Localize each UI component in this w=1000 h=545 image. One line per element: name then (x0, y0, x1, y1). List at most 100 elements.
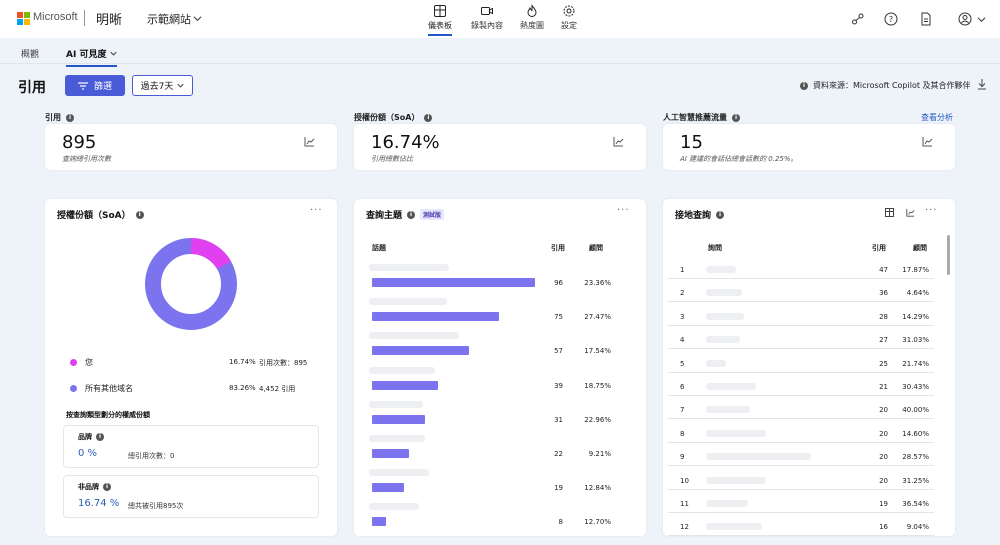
share-icon[interactable] (850, 11, 866, 27)
brand-title: 非品牌 i (78, 482, 111, 492)
table-view-icon[interactable] (885, 208, 894, 217)
legend-others: 所有其他域名 (70, 383, 133, 394)
header-divider (84, 10, 85, 26)
chevron-down-icon (109, 51, 117, 56)
query-rank: 5 (680, 359, 685, 368)
chevron-down-icon (177, 83, 185, 88)
legend-detail: 4,452 引用 (259, 385, 296, 393)
nav-label: 熱度圖 (520, 21, 544, 30)
topic-ratio: 12.84% (584, 484, 611, 493)
column-header-citations: 引用 (551, 244, 565, 252)
topic-citations: 8 (558, 518, 563, 527)
row-divider (668, 278, 934, 279)
query-ratio: 9.04% (906, 523, 929, 532)
topic-bar (372, 278, 535, 287)
query-ratio: 17.87% (902, 266, 929, 274)
nav-recordings[interactable]: 錄製內容 (471, 4, 503, 31)
legend-dot-icon (70, 385, 77, 392)
brand-pct: 16.74 % (78, 498, 120, 509)
download-icon[interactable] (976, 78, 988, 90)
nav-dashboard[interactable]: 儀表板 (428, 4, 452, 36)
query-rank: 4 (680, 336, 685, 345)
query-text-placeholder (706, 383, 756, 390)
query-ratio: 31.25% (902, 476, 929, 485)
row-divider (668, 535, 934, 537)
legend-detail: 引用次數：895 (259, 359, 308, 367)
query-text-placeholder (706, 266, 736, 273)
info-icon[interactable]: i (96, 433, 104, 441)
legend-you: 您 (70, 357, 93, 368)
query-ratio: 40.00% (902, 406, 929, 415)
kpi-value: 16.74% (371, 132, 440, 153)
info-icon[interactable]: i (716, 210, 725, 219)
query-rank: 1 (680, 266, 685, 274)
document-icon[interactable] (918, 11, 934, 27)
info-icon[interactable]: i (732, 113, 740, 122)
topic-name-placeholder (369, 298, 447, 306)
info-icon[interactable]: i (424, 113, 433, 122)
help-icon[interactable]: ? (883, 11, 899, 27)
data-source-text: 資料來源：Microsoft Copilot 及其合作夥伴 (813, 81, 971, 90)
data-source-info: i 資料來源：Microsoft Copilot 及其合作夥伴 (800, 80, 971, 91)
tab-overview[interactable]: 概觀 (21, 47, 39, 60)
trend-chart-icon[interactable] (906, 208, 915, 217)
account-icon[interactable] (957, 11, 973, 27)
query-text-placeholder (706, 312, 744, 320)
kpi-value: 15 (680, 132, 703, 153)
query-citations: 47 (879, 266, 888, 274)
page-title: 引用 (18, 80, 46, 96)
beta-badge: 測試版 (420, 209, 445, 220)
topic-name-placeholder (369, 400, 423, 408)
topic-citations: 22 (554, 450, 563, 458)
view-analysis-link[interactable]: 查看分析 (921, 112, 953, 123)
query-ratio: 28.57% (902, 453, 929, 462)
row-divider (668, 488, 934, 490)
date-range-select[interactable]: 過去7天 (132, 75, 193, 96)
query-rank: 2 (680, 289, 685, 298)
info-icon[interactable]: i (135, 210, 144, 219)
more-icon[interactable]: ··· (310, 205, 323, 216)
trend-chart-icon[interactable] (613, 136, 624, 147)
kpi-subtext: 引用總數佔比 (371, 155, 413, 163)
query-citations: 27 (879, 336, 888, 345)
more-icon[interactable]: ··· (925, 205, 938, 216)
topic-ratio: 12.70% (584, 518, 611, 527)
nav-settings[interactable]: 設定 (561, 4, 577, 31)
kpi-subtext: AI 建議的會話佔總會話數的 0.25%。 (680, 155, 798, 163)
trend-chart-icon[interactable] (922, 136, 933, 147)
query-text-placeholder (706, 523, 762, 531)
topic-name-placeholder (369, 332, 459, 340)
video-icon (481, 7, 493, 15)
chevron-down-icon[interactable] (193, 14, 202, 23)
kpi-card-ai-traffic: 15 AI 建議的會話佔總會話數的 0.25%。 (663, 124, 955, 170)
site-selector[interactable]: 示範網站 (147, 11, 191, 27)
info-icon[interactable]: i (407, 210, 416, 219)
tab-ai-visibility[interactable]: AI 可見度 (66, 47, 117, 67)
app-name[interactable]: 明晰 (96, 9, 122, 28)
svg-text:?: ? (889, 15, 893, 24)
query-rank: 8 (680, 429, 685, 438)
more-icon[interactable]: ··· (617, 205, 630, 216)
kpi-subtext: 查詢總引用次數 (62, 155, 111, 163)
topic-citations: 96 (554, 279, 563, 287)
row-divider (668, 371, 934, 373)
info-icon[interactable]: i (800, 81, 808, 90)
info-icon[interactable]: i (66, 113, 74, 122)
chevron-down-icon[interactable] (977, 15, 986, 24)
filter-button[interactable]: 篩選 (65, 75, 125, 96)
query-citations: 36 (879, 289, 888, 298)
brand-note: 總引用次數：0 (128, 452, 175, 460)
topic-bar (372, 414, 425, 424)
kpi-label-text: 授權份額（SoA） (354, 113, 420, 122)
info-icon[interactable]: i (103, 483, 111, 491)
kpi-label-text: 引用 (45, 113, 61, 122)
nav-heatmaps[interactable]: 熱度圖 (520, 4, 544, 31)
scrollbar[interactable] (947, 235, 950, 275)
query-text-placeholder (706, 453, 811, 461)
query-ratio: 36.54% (902, 500, 929, 508)
panel-title: 授權份額（SoA） i (57, 208, 144, 221)
topic-ratio: 22.96% (584, 415, 611, 424)
trend-chart-icon[interactable] (304, 136, 315, 147)
topic-citations: 31 (554, 415, 563, 424)
topic-name-placeholder (369, 469, 429, 477)
